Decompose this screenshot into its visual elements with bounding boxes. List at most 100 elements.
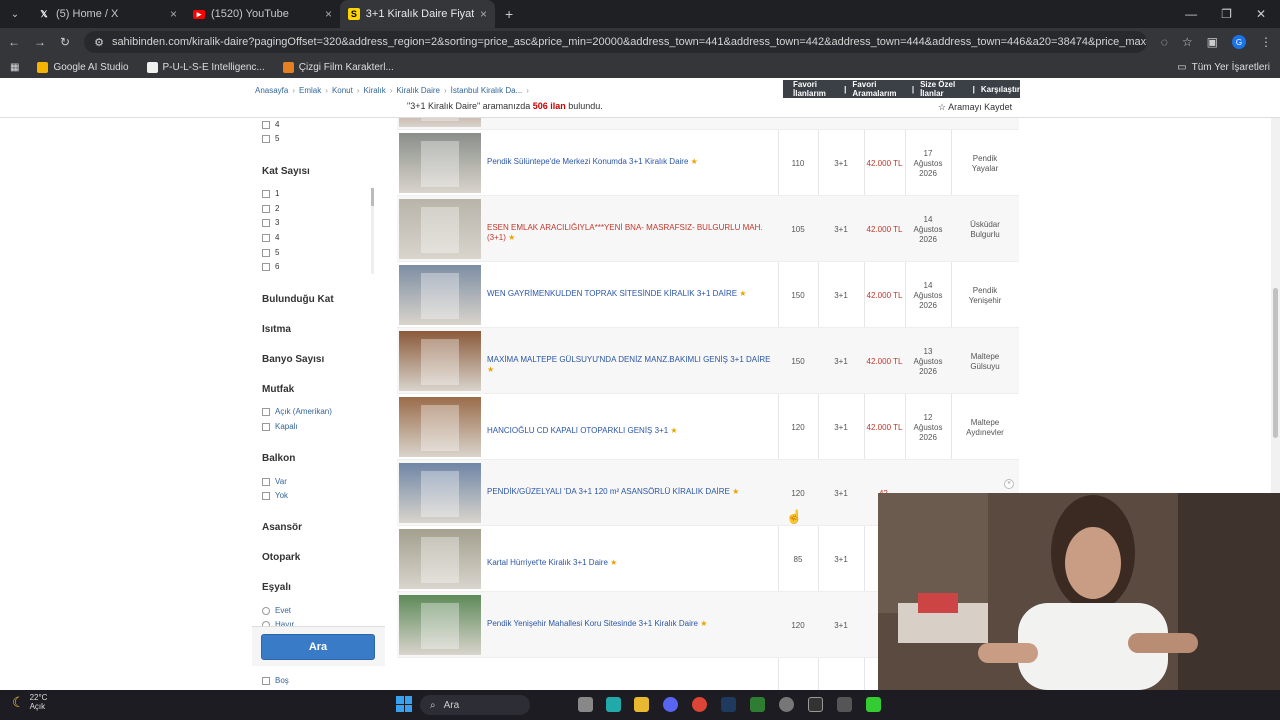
listing-photo[interactable]	[399, 199, 481, 259]
special-listings-link[interactable]: Size Özel İlanlar	[920, 80, 967, 98]
listing-row[interactable]: MAXİMA MALTEPE GÜLSUYU'NDA DENİZ MANZ.BA…	[397, 328, 1019, 394]
photoshop-icon[interactable]	[721, 697, 736, 712]
listing-title[interactable]: Pendik Sülüntepe'de Merkezi Konumda 3+1 …	[487, 157, 777, 167]
listing-title[interactable]: Pendik Yenişehir Mahallesi Koru Sitesind…	[487, 619, 777, 629]
listing-photo[interactable]	[399, 331, 481, 391]
task-view-icon[interactable]	[578, 697, 593, 712]
listing-photo[interactable]	[399, 397, 481, 457]
search-button[interactable]: Ara	[261, 634, 375, 660]
close-window-icon[interactable]: ✕	[1256, 7, 1266, 21]
close-icon[interactable]: ×	[480, 7, 487, 21]
filter-option[interactable]: Evet	[262, 606, 291, 615]
compare-link[interactable]: Karşılaştır	[981, 85, 1020, 94]
settings-icon[interactable]	[779, 697, 794, 712]
all-bookmarks[interactable]: ▭ Tüm Yer İşaretleri	[1177, 62, 1270, 73]
new-tab-icon[interactable]: +	[495, 6, 513, 22]
checkbox[interactable]	[262, 422, 270, 431]
tab-search-icon[interactable]: ⌄	[0, 9, 30, 20]
apps-grid-icon[interactable]: ▦	[10, 62, 19, 73]
listing-row[interactable]: Pendik Sülüntepe'de Merkezi Konumda 3+1 …	[397, 130, 1019, 196]
bookmark-cizgi[interactable]: Çizgi Film Karakterl...	[282, 61, 394, 73]
minimize-icon[interactable]: —	[1185, 7, 1197, 21]
checkbox[interactable]	[262, 676, 270, 685]
chrome-icon[interactable]	[692, 697, 707, 712]
filter-option[interactable]: Kapalı	[262, 422, 298, 431]
breadcrumb-item[interactable]: Emlak	[299, 86, 321, 95]
checkbox[interactable]	[262, 477, 270, 486]
maximize-icon[interactable]: ❐	[1221, 7, 1232, 21]
filter-title-kat-sayisi[interactable]: Kat Sayısı	[262, 166, 310, 177]
listing-row[interactable]: HANCIOĞLU CD KAPALI OTOPARKLI GENİŞ 3+1 …	[397, 394, 1019, 460]
listing-row[interactable]: 2026Fikirtepe	[397, 118, 1019, 130]
listing-row[interactable]: WEN GAYRİMENKULDEN TOPRAK SİTESİNDE KİRA…	[397, 262, 1019, 328]
back-icon[interactable]: ←	[8, 35, 20, 49]
listing-row[interactable]: ESEN EMLAK ARACILIĞIYLA***YENİ BNA- MASR…	[397, 196, 1019, 262]
filter-option[interactable]: 5	[262, 248, 279, 257]
close-icon[interactable]: ×	[1004, 479, 1014, 489]
avatar[interactable]: G	[1232, 35, 1246, 49]
bookmark-star-icon[interactable]: ☆	[1182, 35, 1193, 49]
filter-option[interactable]: Yok	[262, 491, 288, 500]
extensions-icon[interactable]: ▣	[1207, 35, 1218, 49]
save-search-button[interactable]: ☆ Aramayı Kaydet	[938, 102, 1012, 113]
file-explorer-icon[interactable]	[634, 697, 649, 712]
filter-option[interactable]: 3	[262, 218, 279, 227]
favorite-searches-link[interactable]: Favori Aramalarım	[852, 80, 905, 98]
breadcrumb-item[interactable]: Kiralık Daire	[396, 86, 440, 95]
taskbar-search[interactable]: ⌕ Ara	[420, 695, 530, 715]
checkbox[interactable]	[262, 120, 270, 129]
filter-title-mutfak[interactable]: Mutfak	[262, 384, 294, 395]
filter-title-otopark[interactable]: Otopark	[262, 552, 300, 563]
site-info-icon[interactable]: ⚙	[94, 36, 104, 49]
checkbox[interactable]	[262, 262, 270, 271]
checkbox[interactable]	[262, 491, 270, 500]
close-icon[interactable]: ×	[325, 7, 332, 21]
listing-title[interactable]: ESEN EMLAK ARACILIĞIYLA***YENİ BNA- MASR…	[487, 223, 777, 243]
filter-title-asansor[interactable]: Asansör	[262, 522, 302, 533]
menu-icon[interactable]: ⋮	[1260, 35, 1272, 49]
filter-title-balkon[interactable]: Balkon	[262, 453, 295, 464]
reload-icon[interactable]: ↻	[60, 35, 70, 49]
breadcrumb-item[interactable]: Kiralık	[364, 86, 386, 95]
breadcrumb-item[interactable]: Konut	[332, 86, 353, 95]
filter-title-banyo[interactable]: Banyo Sayısı	[262, 354, 324, 365]
favorite-listings-link[interactable]: Favori İlanlarım	[793, 80, 838, 98]
filter-option[interactable]: 6	[262, 262, 279, 271]
filter-option[interactable]: 1	[262, 189, 279, 198]
forward-icon[interactable]: →	[34, 35, 46, 49]
address-bar[interactable]: ⚙ sahibinden.com/kiralik-daire?pagingOff…	[84, 31, 1147, 53]
listing-photo[interactable]	[399, 529, 481, 589]
listing-title[interactable]: MAXİMA MALTEPE GÜLSUYU'NDA DENİZ MANZ.BA…	[487, 355, 777, 375]
filter-option[interactable]: 5	[262, 134, 279, 143]
windows-start-icon[interactable]	[396, 696, 412, 712]
filter-option[interactable]: Boş	[262, 676, 289, 685]
filter-option[interactable]: Açık (Amerikan)	[262, 407, 332, 416]
breadcrumb-item[interactable]: İstanbul Kiralık Da...	[451, 86, 523, 95]
listing-title[interactable]: HANCIOĞLU CD KAPALI OTOPARKLI GENİŞ 3+1 …	[487, 426, 777, 436]
checkbox[interactable]	[262, 204, 270, 213]
listing-photo[interactable]	[399, 463, 481, 523]
checkbox[interactable]	[262, 248, 270, 257]
listing-photo[interactable]	[399, 133, 481, 193]
checkbox[interactable]	[262, 189, 270, 198]
listing-title[interactable]: PENDİK/GÜZELYALI 'DA 3+1 120 m² ASANSÖRL…	[487, 487, 777, 497]
filter-title-esyali[interactable]: Eşyalı	[262, 582, 291, 593]
bookmark-pulse[interactable]: P-U-L-S-E Intelligenc...	[146, 61, 265, 73]
radio[interactable]	[262, 606, 270, 615]
tab-sahibinden[interactable]: S 3+1 Kiralık Daire Fiyatları ve Ki ×	[340, 0, 495, 28]
checkbox[interactable]	[262, 233, 270, 242]
listing-title[interactable]: Kartal Hürriyet'te Kiralık 3+1 Daire ★	[487, 558, 777, 568]
checkbox[interactable]	[262, 134, 270, 143]
listing-photo[interactable]	[399, 595, 481, 655]
filter-option[interactable]: 4	[262, 120, 279, 129]
checkbox[interactable]	[262, 218, 270, 227]
eye-off-icon[interactable]: ◌	[1161, 35, 1168, 49]
filter-title-isitma[interactable]: Isıtma	[262, 324, 291, 335]
scrollbar-thumb[interactable]	[1273, 288, 1278, 438]
discord-icon[interactable]	[663, 697, 678, 712]
filter-title-bulundugu-kat[interactable]: Bulunduğu Kat	[262, 294, 334, 305]
weather-widget[interactable]: ☾ 22°C Açık	[12, 693, 47, 711]
listing-title[interactable]: WEN GAYRİMENKULDEN TOPRAK SİTESİNDE KİRA…	[487, 289, 777, 299]
tab-youtube[interactable]: ▸ (1520) YouTube ×	[185, 0, 340, 28]
filter-option[interactable]: 4	[262, 233, 279, 242]
